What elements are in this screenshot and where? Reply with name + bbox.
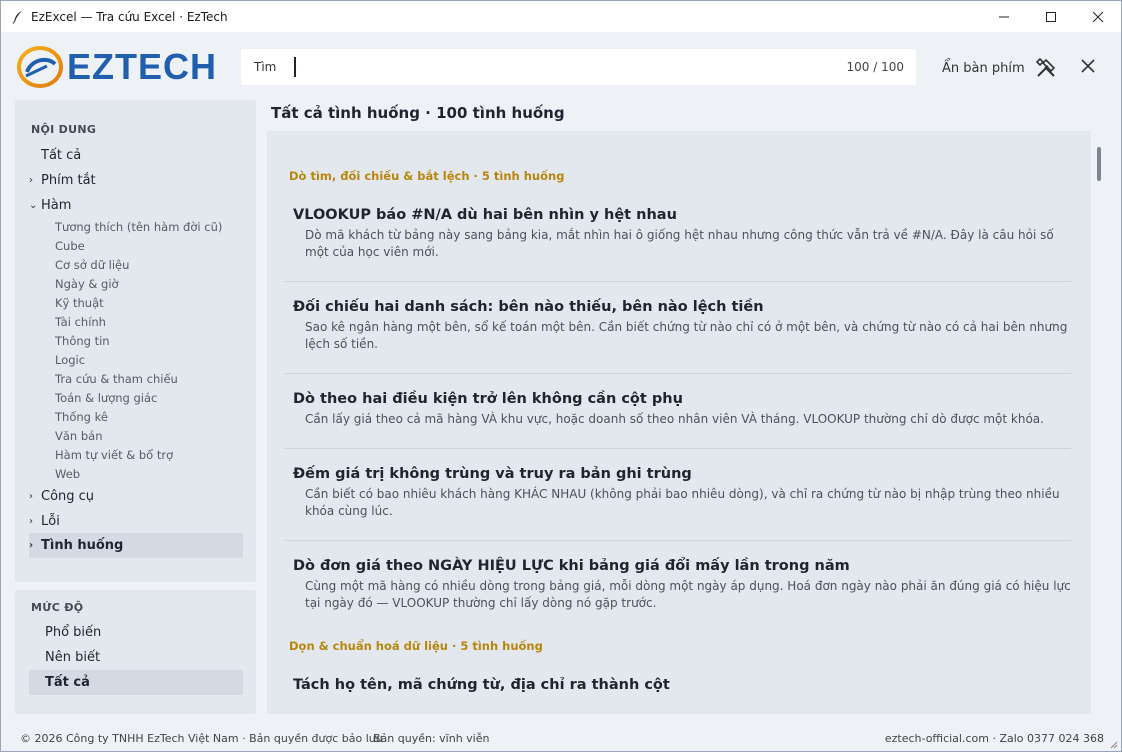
case-description: Cùng một mã hàng có nhiều dòng trong bản… bbox=[305, 579, 1071, 610]
sidebar-subitem[interactable]: Logic bbox=[55, 353, 85, 367]
sidebar-item-label: Phím tắt bbox=[41, 173, 96, 188]
sidebar-item-label: Lỗi bbox=[41, 514, 60, 529]
sidebar-subitem[interactable]: Tài chính bbox=[55, 315, 106, 329]
maximize-icon bbox=[1045, 11, 1056, 22]
title-bar: EzExcel — Tra cứu Excel · EzTech bbox=[1, 1, 1121, 32]
case-item[interactable]: Tách họ tên, mã chứng từ, địa chỉ ra thà… bbox=[285, 677, 1071, 697]
case-description: Sao kê ngân hàng một bên, sổ kế toán một… bbox=[305, 320, 1068, 351]
sidebar-subitem[interactable]: Cube bbox=[55, 239, 85, 253]
sidebar-item-scenarios[interactable]: › Tình huống bbox=[29, 533, 243, 558]
contact-text: eztech-official.com · Zalo 0377 024 368 bbox=[884, 732, 1104, 745]
window-close-button[interactable] bbox=[1074, 1, 1121, 32]
sidebar-item-functions[interactable]: ⌄ Hàm bbox=[29, 193, 243, 218]
copyright-text: © 2026 Công ty TNHH EzTech Việt Nam · Bả… bbox=[20, 732, 383, 745]
quill-icon bbox=[12, 10, 22, 24]
page-title: Tất cả tình huống · 100 tình huống bbox=[271, 104, 565, 122]
category-heading: Dò tìm, đối chiếu & bắt lệch · 5 tình hu… bbox=[289, 169, 565, 183]
minimize-button[interactable] bbox=[980, 1, 1027, 32]
case-item[interactable]: Dò theo hai điều kiện trở lên không cần … bbox=[285, 391, 1071, 428]
sidebar-item-errors[interactable]: › Lỗi bbox=[29, 509, 243, 534]
content-panel: NỘI DUNG Tất cả › Phím tắt ⌄ Hàm Tương t… bbox=[15, 100, 256, 582]
case-item[interactable]: Dò đơn giá theo NGÀY HIỆU LỰC khi bảng g… bbox=[285, 558, 1071, 612]
close-icon[interactable] bbox=[1078, 56, 1098, 76]
level-label: Nên biết bbox=[45, 650, 101, 665]
chevron-right-icon: › bbox=[29, 175, 33, 186]
chevron-down-icon: ⌄ bbox=[29, 200, 38, 211]
footer: © 2026 Công ty TNHH EzTech Việt Nam · Bả… bbox=[1, 724, 1121, 751]
app-header: EZTECH Tìm 100 / 100 Ẩn bàn phím bbox=[1, 32, 1121, 100]
sidebar-item-tools[interactable]: › Công cụ bbox=[29, 484, 243, 509]
case-title: Dò đơn giá theo NGÀY HIỆU LỰC khi bảng g… bbox=[293, 558, 850, 574]
scrollbar-thumb[interactable] bbox=[1097, 147, 1101, 181]
sidebar-subitem[interactable]: Thông tin bbox=[55, 334, 110, 348]
resize-grip-icon[interactable] bbox=[1108, 739, 1118, 749]
sidebar-subitem[interactable]: Tra cứu & tham chiếu bbox=[55, 372, 178, 386]
sidebar-subitem[interactable]: Toán & lượng giác bbox=[55, 391, 157, 405]
case-title: Dò theo hai điều kiện trở lên không cần … bbox=[293, 391, 683, 407]
sidebar-subitem[interactable]: Văn bản bbox=[55, 429, 103, 443]
sidebar-item-label: Tình huống bbox=[41, 538, 124, 553]
case-title: VLOOKUP báo #N/A dù hai bên nhìn y hệt n… bbox=[293, 207, 677, 223]
window-title: EzExcel — Tra cứu Excel · EzTech bbox=[31, 9, 228, 24]
level-common[interactable]: Phổ biến bbox=[29, 620, 243, 645]
chevron-right-icon: › bbox=[29, 516, 33, 527]
case-list: Dò tìm, đối chiếu & bắt lệch · 5 tình hu… bbox=[267, 131, 1091, 714]
level-heading: MỨC ĐỘ bbox=[31, 601, 84, 614]
level-panel: MỨC ĐỘ Phổ biến Nên biết Tất cả bbox=[15, 590, 256, 714]
level-should-know[interactable]: Nên biết bbox=[29, 645, 243, 670]
divider bbox=[285, 448, 1071, 449]
hide-keyboard-button[interactable]: Ẩn bàn phím bbox=[942, 61, 1025, 76]
case-title: Đối chiếu hai danh sách: bên nào thiếu, … bbox=[293, 299, 764, 315]
search-input[interactable] bbox=[300, 52, 847, 82]
sidebar-subitem[interactable]: Thống kê bbox=[55, 410, 108, 424]
case-item[interactable]: Đối chiếu hai danh sách: bên nào thiếu, … bbox=[285, 299, 1071, 353]
search-bar[interactable]: Tìm 100 / 100 bbox=[241, 49, 916, 85]
logo-text: EZTECH bbox=[67, 46, 217, 87]
sidebar: NỘI DUNG Tất cả › Phím tắt ⌄ Hàm Tương t… bbox=[15, 100, 256, 714]
sidebar-item-label: Tất cả bbox=[41, 148, 82, 163]
chevron-right-icon: › bbox=[29, 540, 34, 551]
sidebar-subitem[interactable]: Ngày & giờ bbox=[55, 277, 119, 291]
divider bbox=[285, 540, 1071, 541]
case-description: Dò mã khách từ bảng này sang bảng kia, m… bbox=[305, 228, 1054, 259]
case-item[interactable]: VLOOKUP báo #N/A dù hai bên nhìn y hệt n… bbox=[285, 207, 1071, 261]
case-description: Cần biết có bao nhiêu khách hàng KHÁC NH… bbox=[305, 487, 1060, 518]
chevron-right-icon: › bbox=[29, 491, 33, 502]
window-controls bbox=[980, 1, 1121, 32]
maximize-button[interactable] bbox=[1027, 1, 1074, 32]
case-title: Đếm giá trị không trùng và truy ra bản g… bbox=[293, 466, 692, 482]
level-label: Tất cả bbox=[45, 675, 90, 690]
minimize-icon bbox=[998, 16, 1009, 17]
level-label: Phổ biến bbox=[45, 625, 102, 640]
sidebar-subitem[interactable]: Kỹ thuật bbox=[55, 296, 104, 310]
sidebar-item-label: Hàm bbox=[41, 198, 72, 213]
sidebar-subitem[interactable]: Cơ sở dữ liệu bbox=[55, 258, 129, 272]
text-caret bbox=[294, 57, 297, 77]
tools-icon[interactable] bbox=[1034, 56, 1058, 80]
sidebar-subitem[interactable]: Tương thích (tên hàm đời cũ) bbox=[55, 220, 222, 234]
eztech-logo: EZTECH bbox=[17, 44, 217, 90]
logo-e-mark bbox=[17, 46, 63, 88]
search-result-count: 100 / 100 bbox=[846, 60, 904, 74]
search-label: Tìm bbox=[254, 60, 277, 74]
level-all[interactable]: Tất cả bbox=[29, 670, 243, 695]
case-description: Cần lấy giá theo cả mã hàng VÀ khu vực, … bbox=[305, 412, 1044, 426]
content-heading: NỘI DUNG bbox=[31, 123, 97, 136]
sidebar-subitem[interactable]: Hàm tự viết & bổ trợ bbox=[55, 448, 173, 462]
license-text: Bản quyền: vĩnh viễn bbox=[373, 732, 490, 745]
sidebar-subitem[interactable]: Web bbox=[55, 467, 80, 481]
close-icon bbox=[1092, 11, 1103, 22]
case-title: Tách họ tên, mã chứng từ, địa chỉ ra thà… bbox=[293, 677, 670, 693]
divider bbox=[285, 281, 1071, 282]
divider bbox=[285, 373, 1071, 374]
case-item[interactable]: Đếm giá trị không trùng và truy ra bản g… bbox=[285, 466, 1071, 520]
app-window: EzExcel — Tra cứu Excel · EzTech EZTECH … bbox=[0, 0, 1122, 752]
category-heading: Dọn & chuẩn hoá dữ liệu · 5 tình huống bbox=[289, 639, 543, 653]
sidebar-item-label: Công cụ bbox=[41, 489, 95, 504]
sidebar-item-shortcuts[interactable]: › Phím tắt bbox=[29, 168, 243, 193]
sidebar-item-all[interactable]: Tất cả bbox=[29, 143, 243, 168]
